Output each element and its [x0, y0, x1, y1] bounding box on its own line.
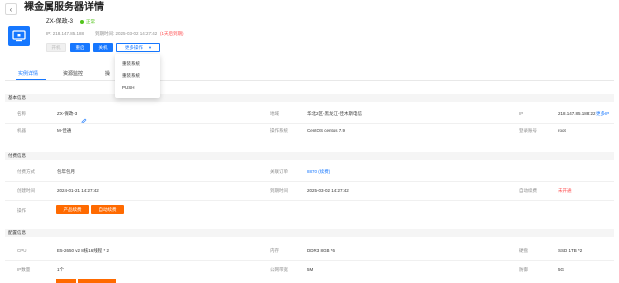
status-dot [80, 20, 84, 24]
ip-label: IP [519, 111, 524, 116]
name-label: 名称 [17, 111, 26, 116]
tab-instance-detail[interactable]: 实例详情 [18, 72, 38, 77]
edit-icon[interactable] [81, 111, 87, 124]
tab-operations[interactable]: 操 [105, 72, 110, 77]
tab-monitoring[interactable]: 资源监控 [63, 72, 83, 77]
shutdown-button[interactable]: 关机 [93, 43, 113, 52]
region-value: 华北2区-黑龙江-佳木斯电信 [307, 111, 362, 116]
more-ip-link[interactable]: 更多IP [596, 111, 609, 117]
account-value: root [558, 128, 566, 133]
bandwidth-value: 5M [307, 267, 314, 272]
chevron-down-icon: ▾ [148, 44, 152, 50]
order-label: 关联订单 [270, 169, 288, 174]
disk-label: 硬盘 [519, 248, 528, 253]
config-section-title: 配置信息 [8, 230, 26, 235]
back-button[interactable]: ‹ [5, 3, 17, 15]
group-value: M-佳通 [57, 128, 72, 133]
ipcount-value: 1个 [57, 267, 65, 272]
os-label: 操作系统 [270, 128, 288, 133]
partial-button [78, 279, 116, 283]
basic-section-title: 基本信息 [8, 95, 26, 100]
server-expire: 到期时间: 2025-03-02 14:27:42 [95, 31, 158, 36]
autorenew-value: 未开通 [558, 188, 572, 193]
row-divider [5, 181, 614, 182]
op-label: 操作 [17, 208, 26, 213]
account-label: 登录账号 [519, 128, 537, 133]
power-on-button[interactable]: 开机 [46, 43, 66, 52]
basic-section-header [5, 94, 614, 102]
expire-warning: (1天后到期) [160, 31, 184, 36]
more-actions-button[interactable]: 更多操作 ▾ [116, 43, 160, 52]
page-title: 裸金属服务器详情 [24, 2, 104, 13]
auto-renew-button[interactable]: 自动续费 [91, 205, 124, 214]
os-value: CentOS centos 7.9 [307, 128, 346, 133]
row-divider [5, 200, 614, 201]
restart-button[interactable]: 重启 [70, 43, 90, 52]
menu-item-reinstall-2[interactable]: 重装系统 [122, 73, 140, 79]
expire-value: 2025-03-02 14:27:42 [307, 188, 349, 193]
defense-value: 5G [558, 267, 565, 272]
ipcount-label: IP数量 [17, 267, 31, 272]
ip-value: 218.147.85.188:22 [558, 111, 596, 116]
status-badge: 正常 [86, 19, 95, 24]
partial-button [56, 279, 76, 283]
bandwidth-label: 公网带宽 [270, 267, 288, 272]
row-divider [5, 123, 614, 124]
billing-section-title: 付费信息 [8, 153, 26, 158]
expire-label: 到期时间 [270, 188, 288, 193]
create-value: 2024-01-21 14:27:42 [57, 188, 99, 193]
monitor-icon [8, 26, 30, 46]
cpu-label: CPU [17, 248, 27, 253]
cpu-value: E5-2650 v2 8核16线程 * 2 [57, 248, 110, 253]
disk-value: SSD 1TB *2 [558, 248, 583, 253]
config-section-header [5, 229, 614, 237]
server-name: ZX-保政-3 [46, 19, 74, 25]
server-ip: IP: 218.147.85.188 [46, 31, 85, 36]
tabs-divider [5, 80, 614, 81]
menu-item-reinstall[interactable]: 重装系统 [122, 61, 140, 67]
region-label: 地域 [270, 111, 279, 116]
row-divider [5, 260, 614, 261]
renew-button[interactable]: 产品续费 [56, 205, 89, 214]
name-value: ZX-保政-3 [57, 111, 78, 116]
create-label: 创建时间 [17, 188, 35, 193]
group-label: 机器 [17, 128, 26, 133]
arrow-left-icon: ‹ [9, 4, 13, 14]
mem-value: DDR3 8GB *6 [307, 248, 336, 253]
more-actions-label: 更多操作 [124, 44, 143, 50]
more-actions-dropdown: 重装系统 重装系统 PUSH [115, 54, 160, 98]
order-link[interactable]: 8870 (续费) [307, 169, 330, 175]
mem-label: 内存 [270, 248, 279, 253]
autorenew-label: 自动续费 [519, 188, 537, 193]
defense-label: 防御 [519, 267, 528, 272]
pay-label: 付费方式 [17, 169, 35, 174]
pay-value: 包年包月 [57, 169, 75, 174]
menu-item-push[interactable]: PUSH [122, 85, 135, 91]
billing-section-header [5, 152, 614, 160]
